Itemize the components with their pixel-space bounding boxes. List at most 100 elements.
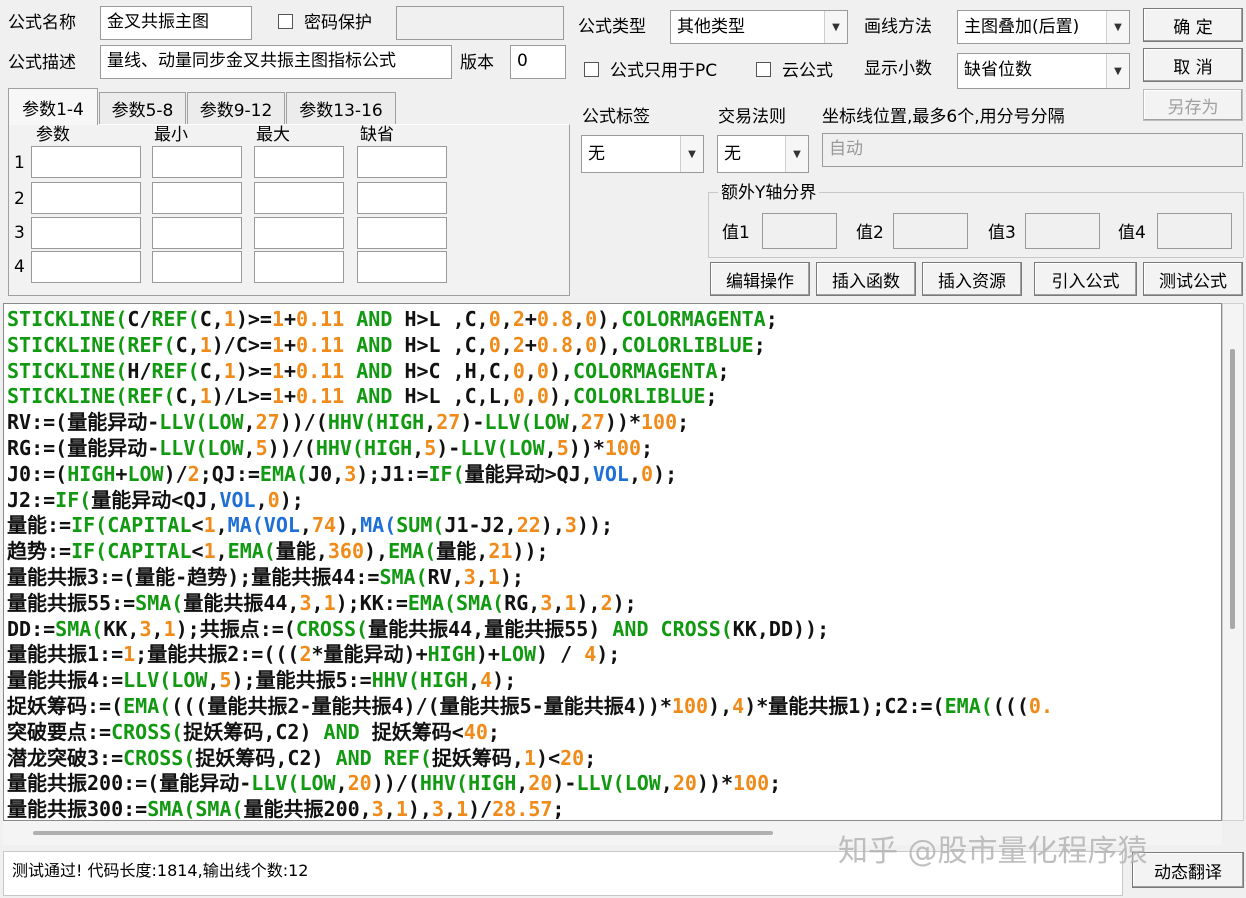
code-token: LOW (299, 771, 336, 796)
code-token: HIGH (363, 435, 413, 460)
value3-input[interactable] (1025, 213, 1100, 249)
code-line: STICKLINE(H/REF(C,1)>=1+0.11 AND H>C ,H,… (7, 359, 1053, 385)
formula-tag-label: 公式标签 (582, 107, 650, 127)
code-token: C/ (127, 307, 152, 331)
code-token: , (215, 539, 228, 564)
param-name-input[interactable] (31, 217, 141, 249)
param-max-input[interactable] (254, 251, 344, 283)
code-token: H/ (127, 358, 152, 383)
param-default-input[interactable] (357, 251, 447, 283)
code-token: RG:=(量能异动- (7, 435, 160, 460)
code-token: 100 (671, 693, 709, 718)
test-formula-button[interactable]: 测试公式 (1143, 262, 1243, 296)
extra-y-axis-label: 额外Y轴分界 (718, 182, 820, 204)
vertical-scroll-thumb[interactable] (1230, 349, 1235, 629)
param-max-input[interactable] (254, 182, 344, 214)
param-max-input[interactable] (254, 217, 344, 249)
chevron-down-icon[interactable]: ▼ (824, 11, 847, 43)
formula-tag-select[interactable]: 无 ▼ (581, 135, 704, 173)
code-token: EMA( (123, 693, 172, 718)
code-token: ), (597, 332, 622, 357)
param-name-input[interactable] (31, 251, 141, 283)
value4-input[interactable] (1157, 213, 1232, 249)
param-default-input[interactable] (357, 182, 447, 214)
chevron-down-icon[interactable]: ▼ (785, 136, 808, 172)
edit-ops-button[interactable]: 编辑操作 (710, 262, 810, 296)
param-name-input[interactable] (31, 182, 141, 214)
draw-method-select[interactable]: 主图叠加(后置) ▼ (957, 10, 1130, 44)
vertical-scrollbar[interactable] (1222, 303, 1244, 821)
tab-params-9-12[interactable]: 参数9-12 (187, 92, 285, 124)
code-token: 5 (424, 435, 437, 460)
coord-lines-input[interactable]: 自动 (822, 133, 1243, 167)
cancel-button[interactable]: 取 消 (1143, 48, 1243, 82)
chevron-down-icon[interactable]: ▼ (1106, 11, 1129, 43)
trade-rule-select[interactable]: 无 ▼ (717, 135, 809, 173)
password-input[interactable] (396, 6, 564, 40)
formula-type-select[interactable]: 其他类型 ▼ (670, 10, 848, 44)
param-header-max: 最大 (256, 125, 290, 145)
code-token: , (151, 616, 164, 641)
horizontal-scroll-thumb[interactable] (33, 831, 773, 835)
formula-desc-input[interactable]: 量线、动量同步金叉共振主图指标公式 (100, 45, 452, 79)
code-token: REF( (127, 384, 176, 409)
code-token: );KK:= (335, 590, 408, 615)
ok-button[interactable]: 确 定 (1143, 8, 1243, 42)
code-token: , (500, 332, 513, 357)
code-token: 1 (199, 332, 212, 357)
chevron-down-icon[interactable]: ▼ (680, 136, 703, 172)
code-token: 0.11 (296, 358, 345, 383)
code-token: HIGH (376, 410, 425, 435)
code-token: ) / (536, 642, 585, 667)
save-as-button[interactable]: 另存为 (1143, 89, 1243, 121)
tab-params-1-4[interactable]: 参数1-4 (8, 88, 98, 125)
code-line: 量能共振1:=1;量能共振2:=(((2*量能异动)+HIGH)+LOW) / … (7, 642, 1053, 668)
code-token: LLV( (251, 771, 300, 796)
param-min-input[interactable] (152, 251, 242, 283)
password-checkbox[interactable] (278, 14, 293, 29)
code-token: SMA( (55, 616, 104, 641)
code-token: H>C ,H,C, (404, 358, 513, 383)
code-token: KK, (103, 616, 140, 641)
code-token: 3 (540, 590, 553, 615)
code-token: + (284, 332, 297, 357)
code-token: LOW (624, 771, 661, 796)
param-min-input[interactable] (152, 146, 242, 178)
code-token: C, (175, 332, 200, 357)
code-token: 量能共振3:=(量能-趋势);量能共振44:= (7, 564, 380, 589)
cloud-checkbox[interactable] (756, 62, 771, 77)
code-line: RG:=(量能异动-LLV(LOW,5))/(HHV(HIGH,5)-LLV(L… (7, 436, 1053, 462)
code-token: 突破要点:= (7, 719, 112, 744)
tab-params-5-8[interactable]: 参数5-8 (99, 92, 186, 124)
insert-resource-button[interactable]: 插入资源 (922, 262, 1022, 296)
version-input[interactable]: 0 (510, 45, 566, 79)
tab-params-13-16[interactable]: 参数13-16 (286, 92, 396, 124)
code-token: VOL (219, 487, 256, 512)
param-min-input[interactable] (152, 182, 242, 214)
import-formula-button[interactable]: 引入公式 (1034, 262, 1137, 296)
code-token: ; (640, 435, 654, 460)
formula-name-input[interactable]: 金叉共振主图 (100, 6, 252, 40)
insert-function-button[interactable]: 插入函数 (816, 262, 916, 296)
code-token: LOW (508, 435, 545, 460)
code-token: , (475, 564, 488, 589)
param-default-input[interactable] (357, 146, 447, 178)
param-default-input[interactable] (357, 217, 447, 249)
code-token: + (284, 307, 297, 331)
cloud-label: 云公式 (782, 61, 833, 81)
pc-only-checkbox[interactable] (584, 62, 599, 77)
value1-input[interactable] (762, 213, 837, 249)
param-max-input[interactable] (254, 146, 344, 178)
code-token: ); (279, 487, 304, 512)
code-token: C, (199, 307, 224, 331)
param-min-input[interactable] (152, 217, 242, 249)
param-name-input[interactable] (31, 146, 141, 178)
code-token: 1 (487, 564, 500, 589)
decimal-value: 缺省位数 (964, 60, 1032, 80)
value2-input[interactable] (893, 213, 968, 249)
decimal-select[interactable]: 缺省位数 ▼ (957, 53, 1130, 89)
code-editor[interactable]: STICKLINE(C/REF(C,1)>=1+0.11 AND H>L ,C,… (3, 303, 1222, 821)
code-token: 5 (219, 668, 232, 693)
chevron-down-icon[interactable]: ▼ (1106, 54, 1129, 88)
dynamic-translate-button[interactable]: 动态翻译 (1132, 852, 1244, 888)
